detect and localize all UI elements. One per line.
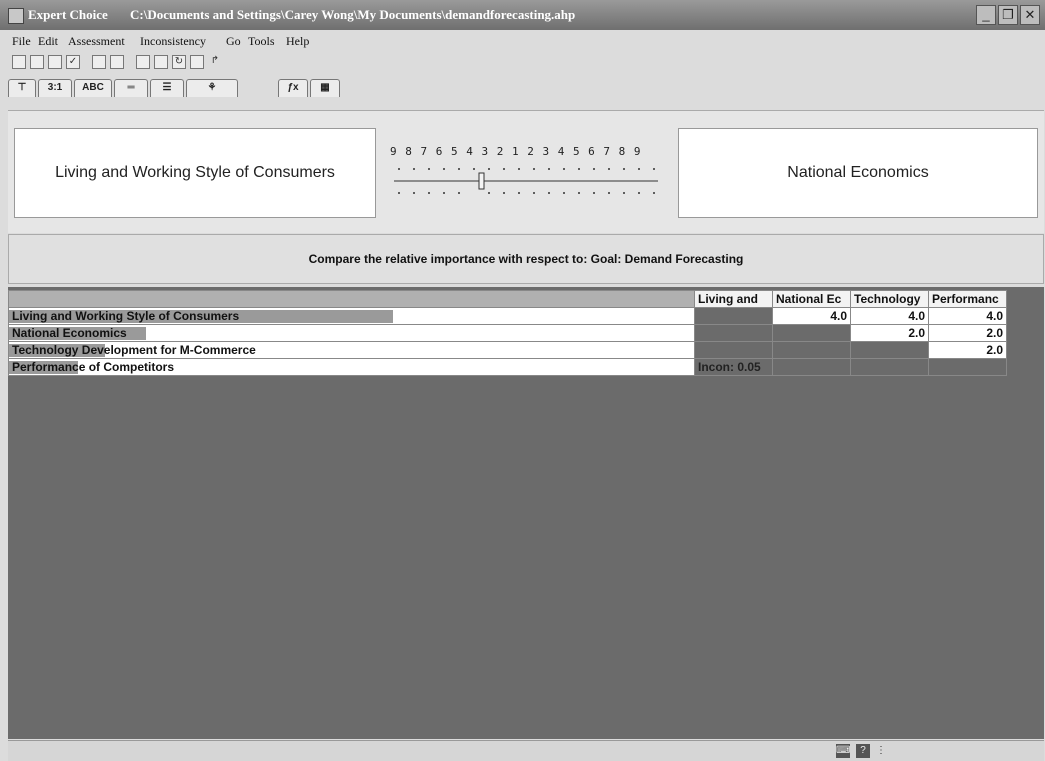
matrix-cell[interactable]: 4.0 [928, 307, 1007, 325]
column-header[interactable]: Performanc [928, 290, 1007, 308]
matrix-row: Technology Development for M-Commerce 2.… [8, 341, 1007, 359]
row-label[interactable]: Technology Development for M-Commerce [8, 341, 695, 359]
view-mode-tabs: ⊤ 3:1 ABC ═ ☰ ⚘ ƒx ▦ [8, 77, 1044, 101]
matrix-cell-lower [694, 324, 773, 342]
window-title-app: Expert Choice [28, 7, 108, 22]
matrix-cell-diagonal [850, 341, 929, 359]
row-label[interactable]: National Economics [8, 324, 695, 342]
tree-view-tab[interactable]: ⊤ [8, 79, 36, 97]
matrix-cell[interactable]: 2.0 [928, 324, 1007, 342]
scale-labels: 9 8 7 6 5 4 3 2 1 2 3 4 5 6 7 8 9 [390, 145, 642, 158]
inconsistency-ratio: Incon: 0.05 [694, 358, 773, 376]
matrix-cell-lower [850, 358, 929, 376]
open-icon[interactable] [30, 55, 44, 69]
menu-assessment[interactable]: Assessment [68, 34, 125, 49]
model-icon[interactable] [136, 55, 150, 69]
comparison-prompt: Compare the relative importance with res… [8, 234, 1044, 284]
menu-tools[interactable]: Tools [248, 34, 275, 49]
matrix-cell[interactable]: 4.0 [850, 307, 929, 325]
formula-tab[interactable]: ƒx [278, 79, 308, 97]
verbal-tab[interactable]: ABC [74, 79, 112, 97]
left-element-box: Living and Working Style of Consumers [14, 128, 376, 218]
menu-help[interactable]: Help [286, 34, 309, 49]
print-icon[interactable] [92, 55, 106, 69]
menu-go[interactable]: Go [226, 34, 241, 49]
matrix-cell-lower [694, 341, 773, 359]
column-header[interactable]: Living and [694, 290, 773, 308]
hierarchy-tab[interactable]: ⚘ [186, 79, 238, 97]
graphical-tab[interactable]: ═ [114, 79, 148, 97]
status-bar: ⌨ ? ⋮ [8, 740, 1044, 761]
print-preview-icon[interactable] [110, 55, 124, 69]
title-bar: Expert Choice C:\Documents and Settings\… [0, 0, 1045, 30]
matrix-corner [8, 290, 695, 308]
scale-slider[interactable] [390, 161, 660, 221]
matrix-cell-diagonal [772, 324, 851, 342]
matrix-row: National Economics 2.0 2.0 [8, 324, 1007, 342]
standard-toolbar: ✓ ↻ ↱ [8, 52, 1044, 76]
numerical-tab[interactable]: 3:1 [38, 79, 72, 97]
keyboard-icon[interactable]: ⌨ [836, 744, 850, 758]
save-icon[interactable] [48, 55, 62, 69]
menu-file[interactable]: File [12, 34, 31, 49]
grid-tab[interactable]: ▦ [310, 79, 340, 97]
tools-icon[interactable] [190, 55, 204, 69]
matrix-cell-lower [772, 358, 851, 376]
menu-bar: File Edit Assessment Inconsistency Go To… [8, 31, 1044, 51]
matrix-cell-lower [772, 341, 851, 359]
restore-button[interactable]: ❐ [998, 5, 1018, 25]
comparison-matrix: Living and National Ec Technology Perfor… [8, 290, 1007, 376]
column-header[interactable]: National Ec [772, 290, 851, 308]
comparison-matrix-area: Living and National Ec Technology Perfor… [8, 287, 1044, 739]
new-icon[interactable] [12, 55, 26, 69]
right-element-box: National Economics [678, 128, 1038, 218]
close-button[interactable]: ✕ [1020, 5, 1040, 25]
matrix-row: Performance of Competitors Incon: 0.05 [8, 358, 1007, 376]
minimize-button[interactable]: _ [976, 5, 996, 25]
verbal-scale[interactable]: 9 8 7 6 5 4 3 2 1 2 3 4 5 6 7 8 9 [390, 145, 660, 215]
matrix-cell[interactable]: 2.0 [850, 324, 929, 342]
help-icon[interactable]: ? [856, 744, 870, 758]
check-icon[interactable]: ✓ [66, 55, 80, 69]
refresh-icon[interactable]: ↻ [172, 55, 186, 69]
column-header[interactable]: Technology [850, 290, 929, 308]
row-label[interactable]: Living and Working Style of Consumers [8, 307, 695, 325]
menu-inconsistency[interactable]: Inconsistency [140, 34, 206, 49]
arrow-icon[interactable]: ↱ [208, 55, 222, 69]
questionnaire-tab[interactable]: ☰ [150, 79, 184, 97]
matrix-cell-diagonal [928, 358, 1007, 376]
menu-edit[interactable]: Edit [38, 34, 58, 49]
row-label[interactable]: Performance of Competitors [8, 358, 695, 376]
app-icon [8, 8, 24, 24]
matrix-cell-diagonal [694, 307, 773, 325]
matrix-cell[interactable]: 2.0 [928, 341, 1007, 359]
matrix-cell[interactable]: 4.0 [772, 307, 851, 325]
window-title-path: C:\Documents and Settings\Carey Wong\My … [130, 7, 576, 22]
resize-icon[interactable]: ⋮ [876, 744, 886, 758]
matrix-row: Living and Working Style of Consumers 4.… [8, 307, 1007, 325]
chart-icon[interactable] [154, 55, 168, 69]
matrix-header-row: Living and National Ec Technology Perfor… [8, 290, 1007, 308]
